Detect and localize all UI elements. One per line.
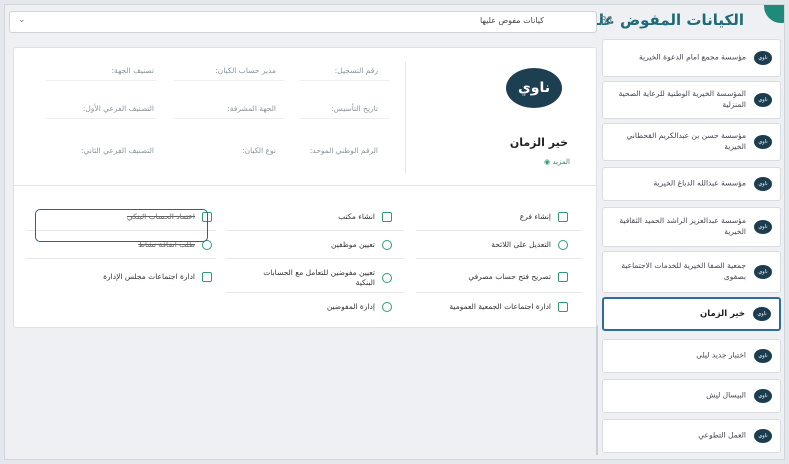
entity-list-item[interactable]: ناوي مؤسسة عبدالعزيز الراشد الحميد الثقا… — [602, 207, 781, 247]
entity-list-item[interactable]: ناوي المؤسسة الخيرية الوطنية للرعاية الص… — [602, 81, 781, 119]
entity-logo-icon: ناوي — [754, 93, 772, 107]
entity-list-item[interactable]: ناوي مؤسسة عبدالله الدباغ الخيرية — [602, 167, 781, 201]
list-scrollbar[interactable] — [596, 325, 598, 455]
field-underline — [174, 118, 284, 119]
entity-logo-icon: ناوي — [754, 265, 772, 279]
field-underline — [300, 80, 390, 81]
general-assembly-action[interactable]: ادارة اجتماعات الجمعية العمومية — [449, 302, 568, 312]
entity-list-item[interactable]: ناوي العمل التطوعي — [602, 419, 781, 453]
action-divider — [26, 258, 216, 259]
create-office-action[interactable]: انشاء مكتب — [338, 212, 392, 222]
eye-icon: ◉ — [544, 158, 551, 166]
appoint-staff-action[interactable]: تعيين موظفين — [331, 240, 392, 250]
entity-logo-icon: ناوي — [754, 389, 772, 403]
entity-logo-icon: ناوي — [754, 429, 772, 443]
shield-plus-icon — [202, 240, 212, 250]
entity-list-label: مؤسسة حسن بن عبدالكريم القحطاني الخيرية — [626, 131, 746, 151]
entity-list-item[interactable]: ناوي جمعية الصفا الخيرية للخدمات الاجتما… — [602, 251, 781, 293]
action-divider — [416, 292, 582, 293]
building-icon — [382, 212, 392, 222]
chevron-down-icon[interactable]: ⌄ — [18, 15, 26, 25]
field-underline — [46, 118, 156, 119]
entity-logo-icon: ناوي — [754, 135, 772, 149]
entity-list-label: جمعية الصفا الخيرية للخدمات الاجتماعية ب… — [621, 261, 746, 281]
sub-class-2-label: التصنيف الفرعي الثاني: — [80, 146, 154, 155]
entity-list-item[interactable]: ناوي البيسال ليش — [602, 379, 781, 413]
entity-logo-icon: ناوي — [753, 307, 771, 321]
more-link[interactable]: المزيد ◉ — [540, 158, 570, 166]
top-bar: الكيانات المفوض عليها 31 كيانات مفوض علي… — [5, 5, 784, 39]
more-label: المزيد — [552, 158, 570, 166]
entity-list-label: مؤسسة مجمع امام الدعوة الخيرية — [639, 52, 746, 62]
bank-account-permit-action[interactable]: تصريح فتح حساب مصرفي — [468, 272, 568, 282]
founding-date-label: تاريخ التأسيس: — [331, 104, 378, 113]
app-frame: الكيانات المفوض عليها 31 كيانات مفوض علي… — [4, 4, 785, 460]
entity-list-label: اختبار جديد ليلى — [696, 350, 746, 360]
account-manager-label: مدير حساب الكيان: — [215, 66, 276, 75]
entity-list-label: المؤسسة الخيرية الوطنية للرعاية الصحية ا… — [618, 89, 746, 109]
field-underline — [174, 80, 284, 81]
entity-name: خير الزمان — [509, 136, 568, 149]
entity-type-label: نوع الكيان: — [242, 146, 276, 155]
entity-details-card: ناوي خير الزمان المزيد ◉ رقم التسجيل: مد… — [13, 47, 597, 328]
action-divider — [416, 230, 582, 231]
entity-list-label: مؤسسة عبدالعزيز الراشد الحميد الثقافية ا… — [619, 216, 746, 236]
entity-list: ناوي مؤسسة مجمع امام الدعوة الخيرية ناوي… — [602, 39, 781, 457]
calendar-icon — [558, 302, 568, 312]
entity-logo-icon: ناوي — [754, 220, 772, 234]
entity-filter-value: كيانات مفوض عليها — [479, 16, 544, 25]
bank-approval-action[interactable]: اعتماد الحساب البنكي — [127, 212, 212, 222]
action-divider — [416, 258, 582, 259]
entity-list-item[interactable]: ناوي مؤسسة مجمع امام الدعوة الخيرية — [602, 39, 781, 77]
entity-logo-icon: ناوي — [754, 51, 772, 65]
appoint-delegates-bank-action[interactable]: تعيين مفوضين للتعامل مع الحسابات البنكية — [255, 268, 392, 288]
reg-number-label: رقم التسجيل: — [334, 66, 378, 75]
entity-filter-select[interactable]: كيانات مفوض عليها ⌄ — [9, 11, 597, 33]
entity-list-label: خير الزمان — [700, 308, 745, 319]
amend-bylaws-action[interactable]: التعديل على اللائحة — [491, 240, 568, 250]
calendar-icon — [202, 272, 212, 282]
entity-logo-icon: ناوي — [754, 177, 772, 191]
entity-logo-icon: ناوي — [754, 349, 772, 363]
supervising-body-label: الجهة المشرفة: — [227, 104, 276, 113]
user-add-icon — [382, 240, 392, 250]
action-divider — [226, 292, 404, 293]
entity-list-label: مؤسسة عبدالله الدباغ الخيرية — [653, 178, 746, 188]
bank-icon — [558, 272, 568, 282]
entity-list-item[interactable]: ناوي اختبار جديد ليلى — [602, 339, 781, 373]
action-divider — [226, 258, 404, 259]
field-underline — [300, 118, 390, 119]
minus-circle-icon — [382, 272, 392, 283]
shield-check-icon — [558, 240, 568, 250]
board-meetings-action[interactable]: ادارة اجتماعات مجلس الإدارة — [103, 272, 212, 282]
sub-class-1-label: التصنيف الفرعي الأول: — [82, 104, 154, 113]
entity-list-item[interactable]: ناوي مؤسسة حسن بن عبدالكريم القحطاني الخ… — [602, 123, 781, 161]
entity-actions: إنشاء فرع التعديل على اللائحة تصريح فتح … — [14, 188, 596, 328]
entity-count: 31 — [600, 14, 614, 27]
unified-number-label: الرقم الوطني الموحد: — [309, 146, 378, 155]
entity-logo: ناوي — [506, 68, 562, 108]
action-divider — [26, 230, 216, 231]
divider — [405, 62, 406, 174]
activity-request-action[interactable]: طلب اضافة نشاط — [138, 240, 212, 250]
entity-list-item-active[interactable]: ناوي خير الزمان — [602, 297, 781, 331]
entity-list-label: العمل التطوعي — [698, 430, 746, 440]
entity-list-label: البيسال ليش — [706, 390, 746, 400]
manage-delegates-action[interactable]: إدارة المفوضين — [327, 302, 392, 312]
user-settings-icon — [382, 302, 392, 312]
classification-label: تصنيف الجهة: — [111, 66, 154, 75]
create-branch-action[interactable]: إنشاء فرع — [520, 212, 568, 222]
branch-icon — [558, 212, 568, 222]
bank-icon — [202, 212, 212, 222]
corner-badge — [764, 5, 784, 23]
action-divider — [226, 230, 404, 231]
entity-summary: ناوي خير الزمان المزيد ◉ رقم التسجيل: مد… — [14, 48, 596, 186]
field-underline — [46, 80, 156, 81]
